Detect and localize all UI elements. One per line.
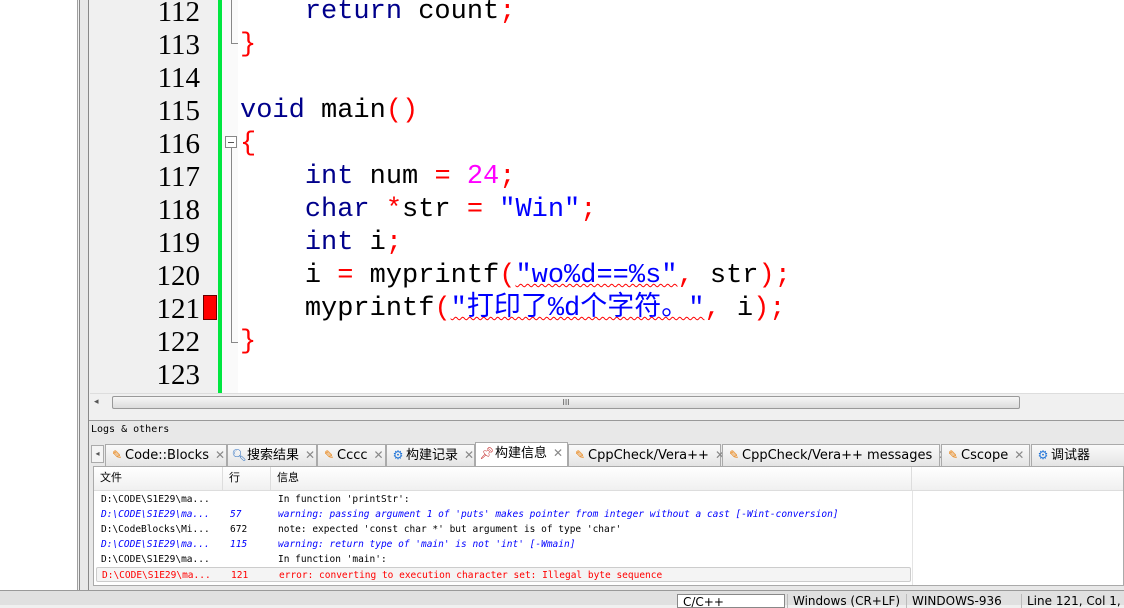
line-number: 120	[156, 260, 201, 292]
status-bar: C/C++ Windows (CR+LF) WINDOWS-936 Line 1…	[0, 590, 1124, 608]
close-icon[interactable]: ✕	[553, 446, 563, 460]
scrollbar-thumb[interactable]: III	[112, 396, 1020, 409]
tab-codeblocks[interactable]: ✎ Code::Blocks ✕	[105, 444, 227, 466]
code-line: return count;	[304, 0, 516, 27]
pencil-doc-icon: ✎	[947, 448, 959, 462]
message-row-error[interactable]: D:\CODE\S1E29\ma... 121 error: converting …	[96, 567, 911, 582]
line-number-gutter: 112 113 114 115 116 117 118 119 120 121 …	[90, 0, 218, 393]
line-number: 117	[157, 161, 200, 193]
status-eol: Windows (CR+LF)	[787, 594, 905, 608]
line-number: 114	[157, 62, 200, 94]
message-row[interactable]: D:\CodeBlocks\Mi... 672 note: expected 'co…	[96, 522, 911, 537]
fold-collapse-icon[interactable]	[225, 136, 237, 148]
tab-scroll-left-icon[interactable]: ◂	[91, 445, 104, 463]
close-icon[interactable]: ✕	[215, 448, 225, 462]
tab-build-log[interactable]: ⚙ 构建记录 ✕	[386, 444, 475, 466]
status-language[interactable]: C/C++	[677, 594, 785, 608]
line-number: 121	[156, 293, 201, 325]
fold-margin	[222, 0, 238, 393]
line-number: 122	[156, 326, 201, 358]
pencil-doc-icon: ✎	[574, 448, 586, 462]
code-line: char *str = "Win";	[304, 195, 597, 225]
tab-debugger[interactable]: ⚙ 调试器	[1031, 444, 1124, 466]
tab-cppcheck-messages[interactable]: ✎CppCheck/Vera++ messages✕	[722, 444, 948, 466]
column-header-line[interactable]: 行	[223, 467, 271, 491]
code-line: void main()	[240, 96, 419, 126]
fold-end	[231, 342, 238, 343]
pencil-doc-icon: ✎	[728, 448, 740, 462]
column-header-message[interactable]: 信息	[271, 467, 912, 491]
magnifier-icon: 🔍︎	[231, 448, 247, 462]
tab-cppcheck[interactable]: ✎ CppCheck/Vera++ ✕	[568, 444, 725, 466]
column-divider	[912, 491, 913, 585]
scroll-left-icon[interactable]: ◂	[94, 397, 99, 407]
error-marker	[203, 295, 217, 320]
fold-line	[231, 0, 232, 43]
code-line: i = myprintf("wo%d==%s", str);	[304, 261, 791, 291]
code-line: {	[240, 129, 257, 159]
tab-cscope[interactable]: ✎ Cscope ✕	[941, 444, 1030, 466]
horizontal-scrollbar[interactable]: ◂ III	[90, 393, 1124, 410]
tab-build-messages[interactable]: 📌︎构建信息 ✕	[475, 442, 568, 467]
gear-icon: ⚙	[1037, 448, 1049, 462]
code-line: }	[240, 30, 257, 60]
message-row[interactable]: D:\CODE\S1E29\ma... In function 'main':	[96, 552, 911, 567]
fold-end	[231, 43, 238, 44]
line-number: 115	[157, 95, 200, 127]
logs-panel: Logs & others ◂ ✎ Code::Blocks ✕ 🔍︎搜索结果 ✕ ✎…	[89, 420, 1124, 590]
line-number: 123	[156, 359, 201, 391]
close-icon[interactable]: ✕	[374, 448, 384, 462]
code-line: int num = 24;	[304, 162, 516, 192]
column-header-file[interactable]: 文件	[94, 467, 223, 491]
line-number: 113	[157, 29, 200, 61]
status-encoding: WINDOWS-936	[906, 594, 1021, 608]
close-icon[interactable]: ✕	[1014, 448, 1024, 462]
code-line: }	[240, 327, 257, 357]
logs-tabs: ◂ ✎ Code::Blocks ✕ 🔍︎搜索结果 ✕ ✎ Cccc ✕ ⚙ 构建记录 ✕ 📌…	[89, 442, 1124, 467]
code-line: int i;	[304, 228, 403, 258]
line-number: 118	[157, 194, 200, 226]
message-row-warning[interactable]: D:\CODE\S1E29\ma... 57 warning: passing ar…	[96, 507, 911, 522]
message-row-warning[interactable]: D:\CODE\S1E29\ma... 115 warning: return ty…	[96, 537, 911, 552]
line-number: 116	[157, 128, 200, 160]
fold-line	[231, 148, 232, 342]
tab-search-results[interactable]: 🔍︎搜索结果 ✕	[227, 444, 317, 466]
message-row[interactable]: D:\CODE\S1E29\ma... In function 'printStr…	[96, 492, 911, 507]
status-position: Line 121, Col 1, P	[1021, 594, 1124, 608]
close-icon[interactable]: ✕	[464, 448, 474, 462]
line-number: 119	[157, 227, 200, 259]
pencil-doc-icon: ✎	[323, 448, 335, 462]
line-number: 112	[157, 0, 200, 28]
close-icon[interactable]: ✕	[305, 448, 315, 462]
build-messages-list[interactable]: 文件 行 信息 D:\CODE\S1E29\ma... In function '…	[93, 466, 1124, 586]
pencil-doc-icon: ✎	[111, 448, 123, 462]
gear-icon: ⚙	[392, 448, 404, 462]
logs-title: Logs & others	[91, 424, 170, 435]
code-editor[interactable]: 112 113 114 115 116 117 118 119 120 121 …	[90, 0, 1124, 393]
left-panel	[0, 0, 78, 590]
panel-splitter[interactable]	[79, 0, 89, 590]
column-header-empty	[912, 467, 1123, 491]
tab-cccc[interactable]: ✎ Cccc ✕	[317, 444, 386, 466]
code-line: myprintf("打印了%d个字符。", i);	[304, 294, 786, 324]
pin-icon: 📌︎	[479, 446, 495, 460]
